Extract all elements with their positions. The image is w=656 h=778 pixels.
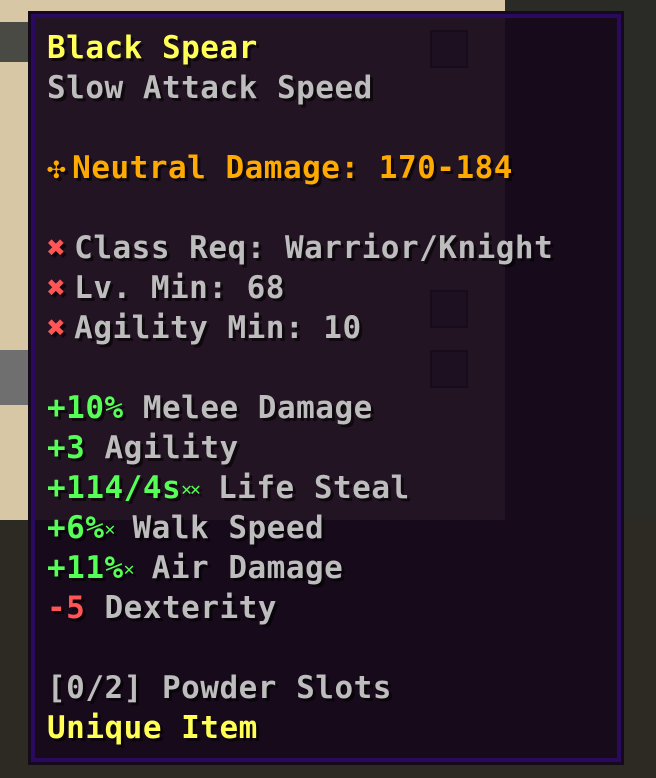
requirement-line: ✖ Agility Min: 10 (47, 308, 609, 348)
identification-label: Dexterity (104, 590, 277, 626)
identification-line: +3 Agility (47, 428, 609, 468)
attack-speed: Slow Attack Speed (47, 70, 373, 106)
identification-value: +6% (47, 510, 105, 546)
identification-label: Walk Speed (132, 510, 325, 546)
requirement-line: ✖ Class Req: Warrior/Knight (47, 228, 609, 268)
item-tooltip: Black Spear Slow Attack Speed ✣ Neutral D… (28, 11, 624, 765)
damage-text: Neutral Damage: 170-184 (72, 150, 513, 186)
identification-label: Melee Damage (142, 390, 373, 426)
requirement-text: Agility Min: 10 (74, 310, 362, 346)
identification-label: Agility (104, 430, 239, 466)
identification-value: -5 (47, 590, 86, 626)
identification-value: +3 (47, 430, 86, 466)
identification-stars: ✕✕ (181, 479, 201, 500)
requirement-unmet-icon: ✖ (47, 230, 67, 266)
identification-stars: ✕ (104, 519, 116, 540)
requirement-text: Lv. Min: 68 (74, 270, 285, 306)
identification-line: +11%✕ Air Damage (47, 548, 609, 588)
negative-identification-line: -5 Dexterity (47, 588, 609, 628)
requirement-unmet-icon: ✖ (47, 310, 67, 346)
identification-label: Air Damage (151, 550, 344, 586)
requirement-text: Class Req: Warrior/Knight (74, 230, 554, 266)
powder-slots: [0/2] Powder Slots (47, 670, 392, 706)
item-rarity: Unique Item (47, 710, 258, 746)
neutral-damage-icon: ✣ (47, 150, 67, 186)
identification-line: +6%✕ Walk Speed (47, 508, 609, 548)
damage-line: ✣ Neutral Damage: 170-184 (47, 148, 609, 188)
identification-value: +114/4s (47, 470, 182, 506)
identification-line: +114/4s✕✕ Life Steal (47, 468, 609, 508)
identification-line: +10% Melee Damage (47, 388, 609, 428)
identification-value: +11% (47, 550, 124, 586)
item-name: Black Spear (47, 30, 258, 66)
requirement-line: ✖ Lv. Min: 68 (47, 268, 609, 308)
requirement-unmet-icon: ✖ (47, 270, 67, 306)
background-item-slot[interactable] (0, 22, 34, 62)
identification-value: +10% (47, 390, 124, 426)
identification-label: Life Steal (218, 470, 410, 506)
identification-stars: ✕ (123, 559, 135, 580)
background-item-slot[interactable] (0, 350, 30, 405)
